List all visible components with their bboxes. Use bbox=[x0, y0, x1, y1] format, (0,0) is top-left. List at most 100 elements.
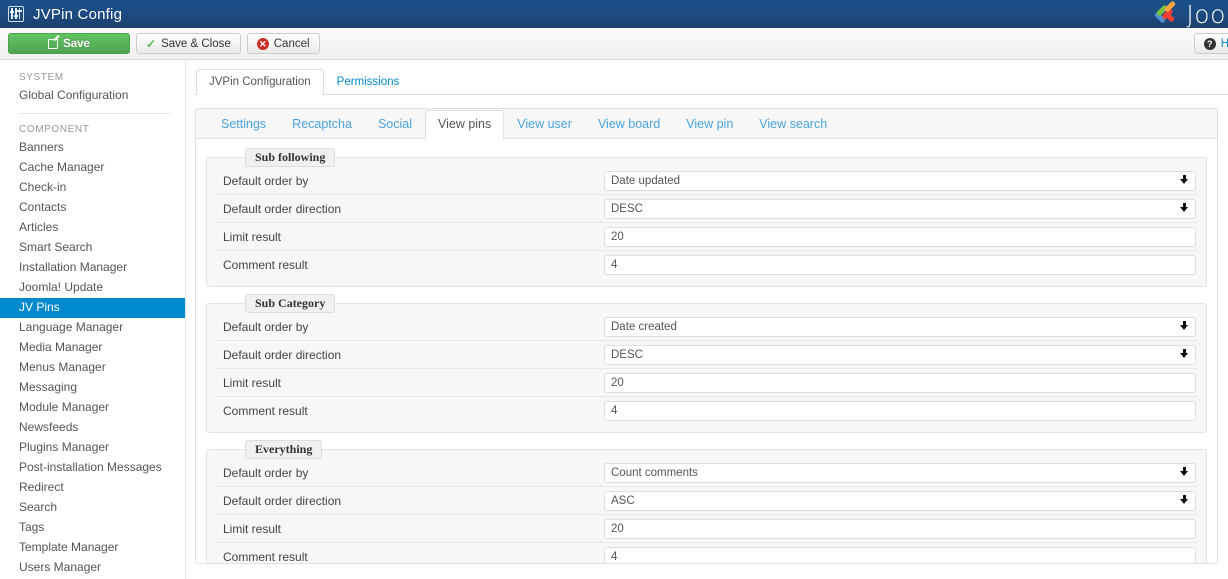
field-label: Limit result bbox=[223, 521, 282, 536]
sidebar-item-plugins-manager[interactable]: Plugins Manager bbox=[0, 438, 185, 458]
tab-view-pin[interactable]: View pin bbox=[673, 110, 746, 139]
main-content: JVPin Configuration Permissions Settings… bbox=[186, 60, 1228, 579]
tab-view-pins[interactable]: View pins bbox=[424, 110, 505, 139]
comment-result-input[interactable] bbox=[604, 255, 1196, 275]
field-label: Default order by bbox=[223, 465, 309, 480]
default-order-by-select[interactable]: Date created bbox=[604, 316, 1196, 337]
field-control bbox=[604, 372, 1198, 393]
tab-view-user[interactable]: View user bbox=[504, 110, 585, 139]
save-and-close-label: Save & Close bbox=[161, 37, 231, 50]
sidebar-item-template-manager[interactable]: Template Manager bbox=[0, 538, 185, 558]
comment-result-input[interactable] bbox=[604, 547, 1196, 563]
joomla-brand-text: Joomla bbox=[1186, 0, 1228, 28]
sidebar-item-smart-search[interactable]: Smart Search bbox=[0, 238, 185, 258]
save-button-label: Save bbox=[63, 37, 90, 50]
fieldset-legend: Sub Category bbox=[245, 294, 336, 313]
sidebar-item-post-installation-messages[interactable]: Post-installation Messages bbox=[0, 458, 185, 478]
joomla-brand-logo: Joomla bbox=[1153, 0, 1228, 28]
sidebar-item-language-manager[interactable]: Language Manager bbox=[0, 318, 185, 338]
sidebar-item-newsfeeds[interactable]: Newsfeeds bbox=[0, 418, 185, 438]
form-row: Default order by Date created bbox=[215, 313, 1198, 341]
field-label: Default order by bbox=[223, 173, 309, 188]
limit-result-input[interactable] bbox=[604, 518, 1196, 539]
sidebar-item-contacts[interactable]: Contacts bbox=[0, 198, 185, 218]
outer-tab-bar: JVPin Configuration Permissions bbox=[194, 68, 1228, 95]
sidebar-item-module-manager[interactable]: Module Manager bbox=[0, 398, 185, 418]
limit-result-input[interactable] bbox=[604, 226, 1196, 247]
save-button[interactable]: Save bbox=[8, 33, 130, 54]
field-label: Default order by bbox=[223, 319, 309, 334]
sidebar-item-search[interactable]: Search bbox=[0, 498, 185, 518]
panel-body: Sub following Default order by Date upda… bbox=[196, 139, 1217, 564]
sidebar-item-installation-manager[interactable]: Installation Manager bbox=[0, 258, 185, 278]
sidebar-item-check-in[interactable]: Check-in bbox=[0, 178, 185, 198]
fieldset-legend: Sub following bbox=[245, 148, 336, 167]
field-control: Date updated bbox=[604, 170, 1198, 191]
fieldset-sub-following: Sub following Default order by Date upda… bbox=[206, 148, 1207, 287]
field-control: DESC bbox=[604, 344, 1198, 365]
field-control bbox=[604, 226, 1198, 247]
form-row: Default order by Date updated bbox=[215, 167, 1198, 195]
cancel-button[interactable]: ✕ Cancel bbox=[246, 33, 320, 54]
default-order-direction-select[interactable]: DESC bbox=[604, 344, 1196, 365]
field-control: DESC bbox=[604, 198, 1198, 219]
sidebar-item-users-manager[interactable]: Users Manager bbox=[0, 558, 185, 578]
field-control bbox=[604, 255, 1198, 275]
form-row: Default order by Count comments bbox=[215, 459, 1198, 487]
field-label: Comment result bbox=[223, 404, 308, 418]
cancel-circle-icon: ✕ bbox=[256, 37, 269, 50]
field-label: Default order direction bbox=[223, 347, 342, 362]
field-control: Date created bbox=[604, 316, 1198, 337]
limit-result-input[interactable] bbox=[604, 372, 1196, 393]
sidebar-divider bbox=[19, 113, 171, 114]
sidebar-item-jv-pins[interactable]: JV Pins bbox=[0, 298, 185, 318]
configuration-panel: Settings Recaptcha Social View pins View… bbox=[195, 108, 1218, 564]
sidebar-item-media-manager[interactable]: Media Manager bbox=[0, 338, 185, 358]
tab-permissions[interactable]: Permissions bbox=[324, 69, 413, 95]
pencil-icon bbox=[48, 38, 59, 49]
sidebar-item-banners[interactable]: Banners bbox=[0, 138, 185, 158]
field-label: Default order direction bbox=[223, 493, 342, 508]
tab-recaptcha[interactable]: Recaptcha bbox=[279, 110, 365, 139]
sidebar-item-cache-manager[interactable]: Cache Manager bbox=[0, 158, 185, 178]
default-order-direction-select[interactable]: ASC bbox=[604, 490, 1196, 511]
default-order-by-select[interactable]: Date updated bbox=[604, 170, 1196, 191]
form-row: Limit result bbox=[215, 369, 1198, 397]
form-row: Default order direction DESC bbox=[215, 341, 1198, 369]
save-and-close-button[interactable]: ✓ Save & Close bbox=[136, 33, 241, 54]
help-button[interactable]: ? Hel bbox=[1193, 33, 1228, 54]
field-control: ASC bbox=[604, 490, 1198, 511]
comment-result-input[interactable] bbox=[604, 401, 1196, 421]
default-order-direction-select[interactable]: DESC bbox=[604, 198, 1196, 219]
field-label: Default order direction bbox=[223, 201, 342, 216]
sidebar-item-tags[interactable]: Tags bbox=[0, 518, 185, 538]
sidebar-item-joomla-update[interactable]: Joomla! Update bbox=[0, 278, 185, 298]
fieldset-sub-category: Sub Category Default order by Date creat… bbox=[206, 294, 1207, 433]
fieldset-everything: Everything Default order by Count commen… bbox=[206, 440, 1207, 564]
tab-view-search[interactable]: View search bbox=[746, 110, 840, 139]
cancel-button-label: Cancel bbox=[273, 37, 310, 50]
tab-jvpin-configuration[interactable]: JVPin Configuration bbox=[196, 69, 324, 95]
form-row: Comment result bbox=[215, 251, 1198, 279]
sidebar-heading-component: COMPONENT bbox=[19, 124, 90, 135]
field-control: Count comments bbox=[604, 462, 1198, 483]
tab-view-board[interactable]: View board bbox=[585, 110, 673, 139]
field-control bbox=[604, 518, 1198, 539]
field-label: Limit result bbox=[223, 375, 282, 390]
sidebar-item-redirect[interactable]: Redirect bbox=[0, 478, 185, 498]
fieldset-legend: Everything bbox=[245, 440, 323, 459]
field-label: Comment result bbox=[223, 258, 308, 272]
tab-social[interactable]: Social bbox=[365, 110, 425, 139]
sidebar-item-menus-manager[interactable]: Menus Manager bbox=[0, 358, 185, 378]
sidebar-item-global-configuration[interactable]: Global Configuration bbox=[0, 86, 185, 106]
default-order-by-select[interactable]: Count comments bbox=[604, 462, 1196, 483]
sidebar-item-articles[interactable]: Articles bbox=[0, 218, 185, 238]
form-row: Comment result bbox=[215, 543, 1198, 564]
field-label: Comment result bbox=[223, 550, 308, 564]
sidebar-item-messaging[interactable]: Messaging bbox=[0, 378, 185, 398]
form-row: Comment result bbox=[215, 397, 1198, 425]
tab-settings[interactable]: Settings bbox=[208, 110, 279, 139]
form-row: Limit result bbox=[215, 515, 1198, 543]
form-row: Default order direction DESC bbox=[215, 195, 1198, 223]
form-row: Limit result bbox=[215, 223, 1198, 251]
